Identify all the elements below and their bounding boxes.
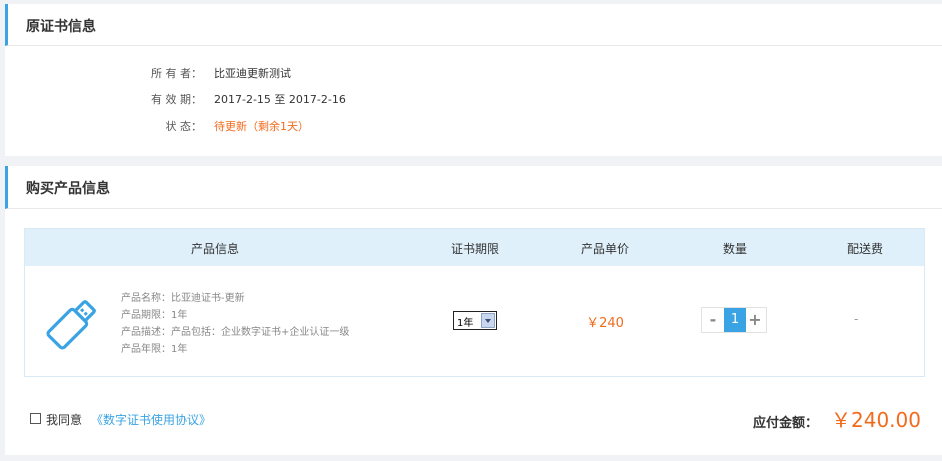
period-select-value: 1年 [457,318,474,329]
total-label: 应付金额： [753,416,819,431]
cert-info-header: 原证书信息 [5,4,942,46]
agreement-link[interactable]: 《数字证书使用协议》 [91,411,211,428]
owner-value: 比亚迪更新测试 [214,67,291,80]
quantity-value[interactable]: 1 [724,308,746,332]
purchase-info-panel: 购买产品信息 产品信息 证书期限 产品单价 数量 配送费 产品名称：比亚迪证书-… [5,166,942,455]
product-description: 产品描述：产品包括：企业数字证书+企业认证一级 [121,327,350,338]
product-table: 产品信息 证书期限 产品单价 数量 配送费 产品名称：比亚迪证书-更新 产品期限… [24,228,925,377]
purchase-info-header: 购买产品信息 [5,166,942,209]
shipping-value: - [854,312,859,326]
col-quantity: 数量 [722,242,747,256]
agree-checkbox[interactable] [30,413,41,424]
col-unit-price: 产品单价 [580,242,629,256]
owner-row: 所 有 者： 比亚迪更新测试 [5,67,942,81]
quantity-stepper: - 1 + [701,307,767,333]
decrement-button[interactable]: - [702,308,724,332]
col-product-info: 产品信息 [190,242,239,256]
status-value: 待更新（剩余1天） [214,120,309,133]
increment-button[interactable]: + [744,308,766,332]
chevron-down-icon[interactable] [481,313,495,328]
cert-info-panel: 原证书信息 所 有 者： 比亚迪更新测试 有 效 期： 2017-2-15 至 … [5,4,942,156]
validity-value: 2017-2-15 至 2017-2-16 [214,93,346,106]
unit-price: ￥240 [586,316,624,331]
agree-text: 我同意 [46,413,83,427]
period-select[interactable]: 1年 [453,311,497,330]
owner-label: 所 有 者： [151,67,202,80]
product-name: 产品名称：比亚迪证书-更新 [121,293,245,304]
table-row: 产品名称：比亚迪证书-更新 产品期限：1年 产品描述：产品包括：企业数字证书+企… [25,266,924,376]
product-details: 产品名称：比亚迪证书-更新 产品期限：1年 产品描述：产品包括：企业数字证书+企… [121,290,349,358]
validity-label: 有 效 期： [151,93,202,106]
status-label: 状 态： [165,120,203,133]
product-table-header: 产品信息 证书期限 产品单价 数量 配送费 [25,229,924,266]
status-row: 状 态： 待更新（剩余1天） [5,120,942,134]
cert-info-title: 原证书信息 [26,19,96,35]
product-period: 产品期限：1年 [121,310,188,321]
validity-row: 有 效 期： 2017-2-15 至 2017-2-16 [5,93,942,107]
col-shipping: 配送费 [846,242,883,256]
product-years: 产品年限：1年 [121,344,188,355]
purchase-info-title: 购买产品信息 [26,181,110,197]
usb-key-icon [46,300,96,350]
total-amount: ￥240.00 [831,408,921,432]
col-cert-period: 证书期限 [450,242,499,256]
